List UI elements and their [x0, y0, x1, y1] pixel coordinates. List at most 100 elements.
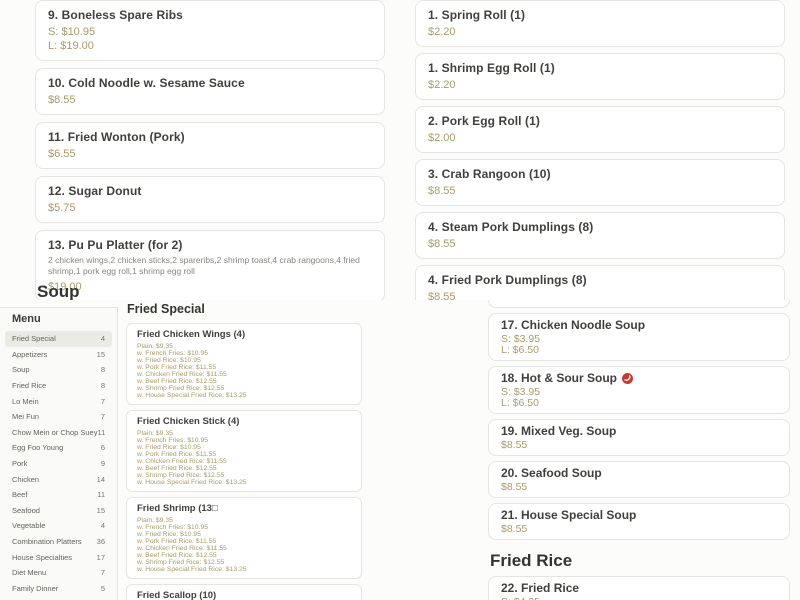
menu-item-option-price: w. House Special Fried Rice: $13.25 [137, 566, 351, 573]
sidebar-item-seafood[interactable]: Seafood 15 [5, 503, 112, 519]
sidebar-item-label: Fried Special [12, 334, 56, 343]
soup-items-list: 17. Chicken Noodle Soup S: $3.95L: $6.50… [488, 313, 790, 540]
menu-item-card[interactable]: Fried Chicken Stick (4) Plain: $9.35w. F… [126, 410, 362, 492]
sidebar-item-label: Mei Fun [12, 412, 39, 421]
sidebar-item-label: Chow Mein or Chop Suey [12, 428, 97, 437]
menu-item-price: $19.00 [48, 281, 372, 293]
sidebar-item-count: 7 [101, 568, 105, 577]
menu-item-option-price: w. Fried Rice: $10.95 [137, 531, 351, 538]
menu-item-title: 4. Fried Pork Dumplings (8) [428, 274, 772, 287]
menu-item-card[interactable]: Fried Shrimp (13□ Plain: $9.35w. French … [126, 497, 362, 579]
fried-special-list: Fried Chicken Wings (4) Plain: $9.35 w. F… [126, 323, 372, 600]
menu-item-card[interactable]: 17. Chicken Noodle Soup S: $3.95L: $6.50 [488, 313, 790, 361]
menu-item-card[interactable]: 10. Cold Noodle w. Sesame Sauce $8.55 [35, 68, 385, 115]
menu-item-prices: $6.55 [48, 148, 372, 160]
menu-item-option-price: w. French Fries: $10.95 [137, 350, 351, 357]
menu-item-card[interactable]: 12. Sugar Donut $5.75 [35, 176, 385, 223]
menu-item-prices: $8.55 [48, 94, 372, 106]
menu-item-price: $8.55 [48, 94, 372, 106]
menu-item-price: S: $3.95 [501, 334, 777, 344]
sidebar-item-combination-platters[interactable]: Combination Platters 36 [5, 534, 112, 550]
sidebar-item-label: Soup [12, 365, 30, 374]
sidebar-item-beef[interactable]: Beef 11 [5, 487, 112, 503]
sidebar-item-count: 7 [101, 397, 105, 406]
sidebar-item-house-specialties[interactable]: House Specialties 17 [5, 549, 112, 565]
sidebar-item-mei-fun[interactable]: Mei Fun 7 [5, 409, 112, 425]
sidebar-item-diet-menu[interactable]: Diet Menu 7 [5, 565, 112, 581]
menu-item-title: Fried Scallop (10) [137, 590, 351, 600]
menu-item-option-price: w. Pork Fried Rice: $11.55 [137, 364, 351, 371]
menu-item-price: $5.75 [48, 202, 372, 214]
sidebar-item-soup[interactable]: Soup 8 [5, 362, 112, 378]
menu-item-card[interactable]: 22. Fried Rice S: $4.25L: $5.75 [488, 576, 790, 600]
menu-item-option-price: w. Shrimp Fried Rice: $12.55 [137, 385, 351, 392]
sidebar-item-count: 15 [97, 506, 105, 515]
sidebar-item-count: 8 [101, 381, 105, 390]
bottom-menu-region: Menu Fried Special 4 Appetizers 15 Soup … [0, 300, 800, 600]
sidebar-item-chow-mein-or-chop-suey[interactable]: Chow Mein or Chop Suey 11 [5, 425, 112, 441]
menu-item-card[interactable]: 13. Pu Pu Platter (for 2) 2 chicken wing… [35, 230, 385, 300]
menu-item-card[interactable]: 4. Fried Pork Dumplings (8) $8.55 [415, 265, 785, 300]
menu-item-card[interactable]: 1. Shrimp Egg Roll (1) $2.20 [415, 53, 785, 100]
menu-item-price: L: $19.00 [48, 40, 372, 52]
menu-item-option-price: w. Pork Fried Rice: $11.55 [137, 451, 351, 458]
menu-item-option-price: w. Chicken Fried Rice: $11.55 [137, 545, 351, 552]
sidebar-item-count: 9 [101, 459, 105, 468]
menu-item-card[interactable]: 4. Steam Pork Dumplings (8) $8.55 [415, 212, 785, 259]
sidebar-item-fried-special[interactable]: Fried Special 4 [5, 331, 112, 347]
menu-item-price: L: $6.50 [501, 398, 777, 408]
menu-item-title-text: 18. Hot & Sour Soup [501, 372, 617, 384]
menu-item-option-price: w. Beef Fried Rice: $12.55 [137, 378, 351, 385]
sidebar-item-count: 11 [97, 428, 105, 437]
menu-item-option-price: w. House Special Fried Rice: $13.25 [137, 392, 351, 399]
sidebar-item-label: Family Dinner [12, 584, 58, 593]
menu-item-card[interactable]: 19. Mixed Veg. Soup $8.55 [488, 419, 790, 456]
menu-item-prices: S: $3.95L: $6.50 [501, 387, 777, 408]
sidebar-item-vegetable[interactable]: Vegetable 4 [5, 518, 112, 534]
menu-item-title: 21. House Special Soup [501, 509, 777, 521]
sidebar-item-count: 8 [101, 365, 105, 374]
sidebar-item-egg-foo-young[interactable]: Egg Foo Young 6 [5, 440, 112, 456]
menu-item-price: $8.55 [428, 238, 772, 250]
sidebar-item-count: 17 [97, 553, 105, 562]
menu-item-price: S: $3.95 [501, 387, 777, 397]
menu-item-card[interactable]: 9. Boneless Spare Ribs S: $10.95L: $19.0… [35, 0, 385, 61]
menu-item-price: $8.55 [428, 185, 772, 197]
sidebar-item-label: Combination Platters [12, 537, 82, 546]
fried-rice-items-list: 22. Fried Rice S: $4.25L: $5.75 [488, 576, 790, 600]
menu-item-card[interactable]: Fried Chicken Wings (4) Plain: $9.35w. F… [126, 323, 362, 405]
sidebar-item-pork[interactable]: Pork 9 [5, 456, 112, 472]
menu-item-card[interactable]: 11. Fried Wonton (Pork) $6.55 [35, 122, 385, 169]
sidebar-item-count: 5 [101, 584, 105, 593]
sidebar-item-label: Appetizers [12, 350, 47, 359]
menu-item-card[interactable]: 1. Spring Roll (1) $2.20 [415, 0, 785, 47]
sidebar-item-appetizers[interactable]: Appetizers 15 [5, 347, 112, 363]
menu-item-card[interactable]: 21. House Special Soup $8.55 [488, 503, 790, 540]
sidebar-item-lo-mein[interactable]: Lo Mein 7 [5, 393, 112, 409]
menu-item-card[interactable]: Fried Scallop (10) Plain: $9.35w. French… [126, 584, 362, 600]
sidebar-item-chicken[interactable]: Chicken 14 [5, 471, 112, 487]
menu-item-price: $8.55 [501, 440, 777, 450]
menu-item-title: Fried Chicken Wings (4) [137, 329, 351, 340]
menu-item-card[interactable]: 18. Hot & Sour Soup S: $3.95L: $6.50 [488, 366, 790, 414]
menu-item-title: 1. Spring Roll (1) [428, 9, 772, 22]
menu-item-prices: $2.00 [428, 132, 772, 144]
menu-item-prices: S: $3.95L: $6.50 [501, 334, 777, 355]
menu-item-card[interactable]: 2. Pork Egg Roll (1) $2.00 [415, 106, 785, 153]
sidebar-item-label: Beef [12, 490, 27, 499]
menu-item-title-text: 22. Fried Rice [501, 582, 579, 594]
sidebar-item-family-dinner[interactable]: Family Dinner 5 [5, 581, 112, 597]
menu-item-title: 3. Crab Rangoon (10) [428, 168, 772, 181]
menu-item-card[interactable]: 20. Seafood Soup $8.55 [488, 461, 790, 498]
sidebar-item-label: Chicken [12, 475, 39, 484]
soup-items-column: 17. Chicken Noodle Soup S: $3.95L: $6.50… [488, 300, 790, 600]
menu-item-title: 22. Fried Rice [501, 582, 777, 594]
menu-item-price: $8.55 [428, 291, 772, 300]
menu-item-option-price: w. Shrimp Fried Rice: $12.55 [137, 472, 351, 479]
menu-item-option-price: Plain: $9.35 [137, 517, 351, 524]
sidebar-list: Fried Special 4 Appetizers 15 Soup 8 Fri… [0, 331, 117, 596]
menu-item-card[interactable]: 3. Crab Rangoon (10) $8.55 [415, 159, 785, 206]
sidebar-item-fried-rice[interactable]: Fried Rice 8 [5, 378, 112, 394]
menu-item-prices: $8.55 [428, 291, 772, 300]
menu-item-option-price: w. Chicken Fried Rice: $11.55 [137, 458, 351, 465]
